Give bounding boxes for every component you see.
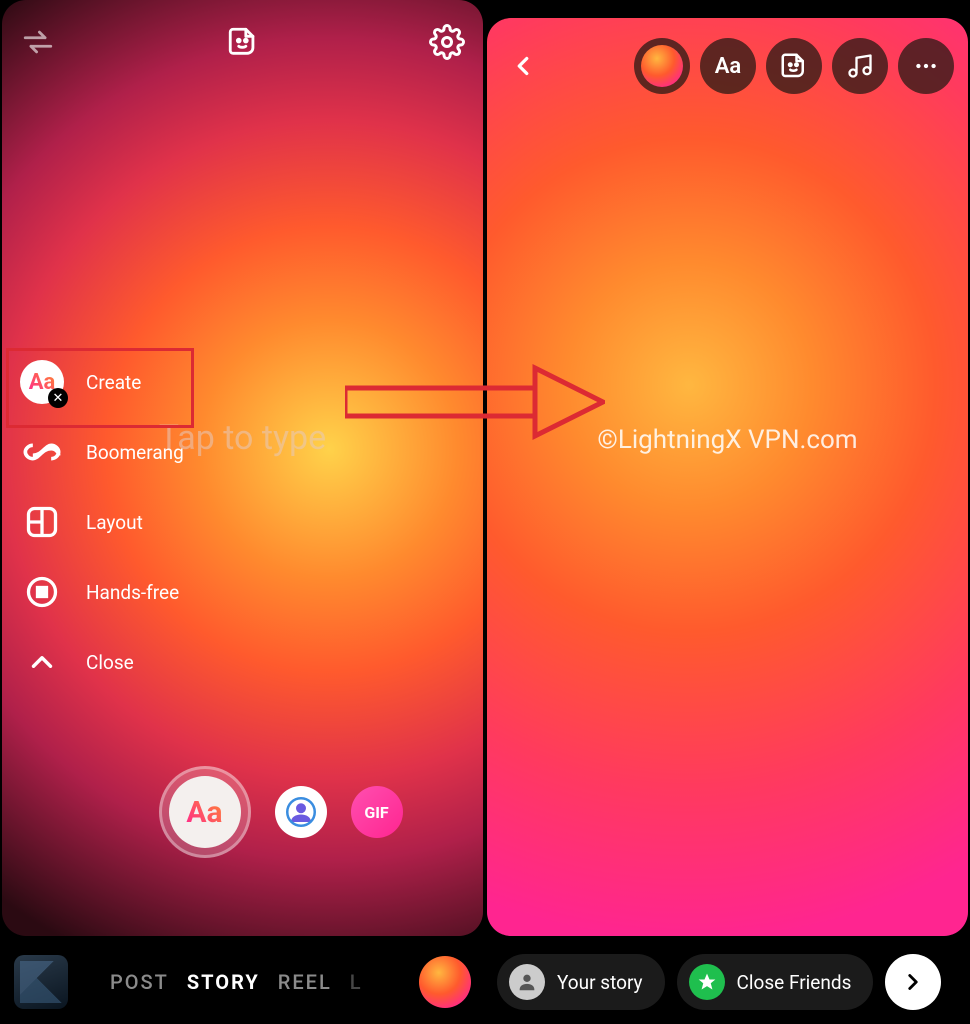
menu-label-layout: Layout <box>86 511 143 534</box>
close-badge-icon: ✕ <box>48 388 68 408</box>
tab-post[interactable]: POST <box>110 970 169 994</box>
gif-label: GIF <box>364 803 388 822</box>
right-top-bar: Aa <box>501 38 954 94</box>
sticker-icon <box>779 51 809 81</box>
menu-label-create: Create <box>86 371 141 394</box>
right-screen: Aa ©LightningX VPN.com Your story <box>485 0 970 1024</box>
left-bottom-tabs: POST STORY REEL L <box>0 940 485 1024</box>
left-top-bar <box>16 20 469 64</box>
close-friends-star-icon <box>689 964 725 1000</box>
left-screen: Tap to type Aa ✕ Create Boomerang <box>0 0 485 1024</box>
more-dots-icon <box>913 53 939 79</box>
menu-item-layout[interactable]: Layout <box>20 500 184 544</box>
menu-item-handsfree[interactable]: Hands-free <box>20 570 184 614</box>
gradient-swatch-icon <box>641 45 683 87</box>
more-options-button[interactable] <box>898 38 954 94</box>
handsfree-record-icon <box>20 570 64 614</box>
text-aa-icon: Aa ✕ <box>20 360 64 404</box>
background-gradient-button[interactable] <box>634 38 690 94</box>
mention-effect-button[interactable] <box>275 786 327 838</box>
your-story-button[interactable]: Your story <box>497 954 665 1010</box>
chevron-up-icon <box>20 640 64 684</box>
close-friends-button[interactable]: Close Friends <box>677 954 874 1010</box>
layout-grid-icon <box>20 500 64 544</box>
swap-camera-icon[interactable] <box>16 20 60 64</box>
menu-label-boomerang: Boomerang <box>86 441 184 464</box>
profile-avatar-icon <box>509 964 545 1000</box>
back-chevron-icon[interactable] <box>501 44 545 88</box>
gif-effect-button[interactable]: GIF <box>351 786 403 838</box>
tab-story[interactable]: STORY <box>187 970 260 994</box>
menu-label-close: Close <box>86 651 134 674</box>
your-story-label: Your story <box>557 971 643 994</box>
text-aa-icon: Aa <box>186 795 222 830</box>
boomerang-infinity-icon <box>20 430 64 474</box>
menu-item-create[interactable]: Aa ✕ Create <box>20 360 184 404</box>
music-button[interactable] <box>832 38 888 94</box>
sticker-button[interactable] <box>766 38 822 94</box>
text-aa-icon: Aa <box>715 54 742 79</box>
capture-text-button[interactable]: Aa <box>159 766 251 858</box>
close-friends-label: Close Friends <box>737 971 852 994</box>
menu-item-boomerang[interactable]: Boomerang <box>20 430 184 474</box>
tap-to-type-placeholder[interactable]: Tap to type <box>159 418 326 458</box>
gallery-thumbnail[interactable] <box>14 955 68 1009</box>
chevron-right-icon <box>900 969 926 995</box>
right-story-canvas: Aa ©LightningX VPN.com <box>487 18 968 936</box>
story-mode-menu: Aa ✕ Create Boomerang Layout <box>20 360 184 684</box>
left-story-canvas: Tap to type Aa ✕ Create Boomerang <box>2 0 483 936</box>
watermark-text: ©LightningX VPN.com <box>597 425 857 455</box>
next-button[interactable] <box>885 954 941 1010</box>
effect-rail: Aa GIF <box>2 766 483 858</box>
menu-item-close[interactable]: Close <box>20 640 184 684</box>
music-note-icon <box>846 52 874 80</box>
tab-live-partial[interactable]: L <box>350 970 363 994</box>
text-tool-button[interactable]: Aa <box>700 38 756 94</box>
gradient-preview-circle[interactable] <box>419 956 471 1008</box>
settings-gear-icon[interactable] <box>425 20 469 64</box>
sticker-icon[interactable] <box>221 20 265 64</box>
tab-reel[interactable]: REEL <box>278 970 332 994</box>
menu-label-handsfree: Hands-free <box>86 581 179 604</box>
right-bottom-bar: Your story Close Friends <box>485 940 970 1024</box>
